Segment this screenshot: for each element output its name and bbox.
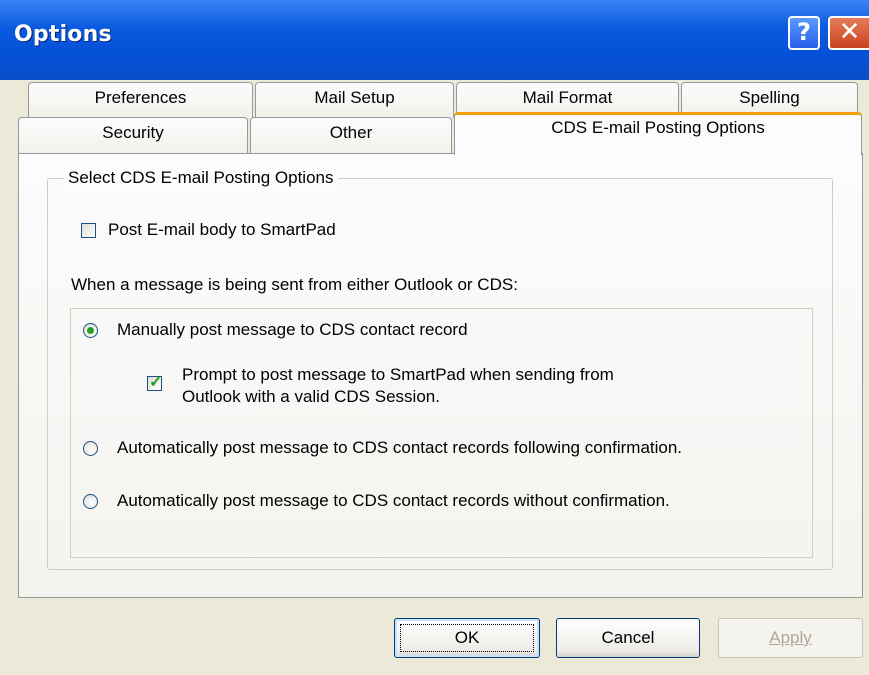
radio-label: Manually post message to CDS contact rec… bbox=[117, 320, 468, 339]
send-options-box: Manually post message to CDS contact rec… bbox=[70, 308, 813, 558]
focus-rectangle bbox=[400, 624, 534, 652]
ok-button[interactable]: OK bbox=[394, 618, 540, 658]
tab-other[interactable]: Other bbox=[250, 117, 452, 154]
cancel-button[interactable]: Cancel bbox=[556, 618, 700, 658]
radio-button[interactable] bbox=[83, 323, 98, 338]
tab-label: Mail Format bbox=[522, 88, 613, 107]
help-icon: ? bbox=[797, 18, 811, 46]
posting-options-group: Select CDS E-mail Posting Options Post E… bbox=[47, 167, 833, 570]
tab-label: Security bbox=[102, 123, 164, 142]
window-title: Options bbox=[14, 22, 112, 47]
checkmark-icon: ✓ bbox=[149, 374, 163, 391]
tab-mail-setup[interactable]: Mail Setup bbox=[255, 82, 454, 118]
tab-panel: Select CDS E-mail Posting Options Post E… bbox=[18, 153, 863, 598]
close-button[interactable]: ✕ bbox=[828, 16, 869, 50]
tab-label: Other bbox=[329, 123, 373, 142]
tab-label: Mail Setup bbox=[314, 88, 395, 107]
title-bar: Options ? ✕ bbox=[0, 0, 869, 80]
radio-button[interactable] bbox=[83, 441, 98, 456]
when-label: When a message is being sent from either… bbox=[71, 275, 518, 294]
radio-button[interactable] bbox=[83, 494, 98, 509]
prompt-label-line1: Prompt to post message to SmartPad when … bbox=[182, 365, 614, 384]
tab-security[interactable]: Security bbox=[18, 117, 248, 154]
tab-label: CDS E-mail Posting Options bbox=[551, 118, 765, 137]
post-body-checkbox-row[interactable]: Post E-mail body to SmartPad bbox=[80, 219, 480, 243]
prompt-checkbox[interactable]: ✓ bbox=[147, 374, 163, 391]
help-button[interactable]: ? bbox=[788, 16, 820, 50]
radio-label: Automatically post message to CDS contac… bbox=[117, 438, 683, 457]
tab-label: Preferences bbox=[94, 88, 187, 107]
group-title: Select CDS E-mail Posting Options bbox=[64, 167, 338, 189]
cancel-label: Cancel bbox=[601, 628, 655, 647]
radio-label: Automatically post message to CDS contac… bbox=[117, 491, 670, 510]
radio-auto-post-confirm[interactable]: Automatically post message to CDS contac… bbox=[83, 437, 808, 461]
prompt-label-line2: Outlook with a valid CDS Session. bbox=[182, 387, 440, 406]
radio-selected-dot bbox=[87, 327, 94, 334]
tab-preferences[interactable]: Preferences bbox=[28, 82, 253, 118]
post-body-label: Post E-mail body to SmartPad bbox=[108, 220, 336, 239]
radio-manual-post[interactable]: Manually post message to CDS contact rec… bbox=[83, 319, 783, 343]
close-icon: ✕ bbox=[838, 17, 861, 47]
apply-label: Apply bbox=[769, 628, 812, 647]
prompt-checkbox-row[interactable]: ✓ Prompt to post message to SmartPad whe… bbox=[147, 364, 787, 410]
radio-auto-post-no-confirm[interactable]: Automatically post message to CDS contac… bbox=[83, 490, 808, 514]
apply-button[interactable]: Apply bbox=[718, 618, 863, 658]
post-body-checkbox[interactable] bbox=[81, 223, 96, 238]
tab-label: Spelling bbox=[739, 88, 800, 107]
tab-cds-email-posting-options[interactable]: CDS E-mail Posting Options bbox=[454, 112, 862, 155]
